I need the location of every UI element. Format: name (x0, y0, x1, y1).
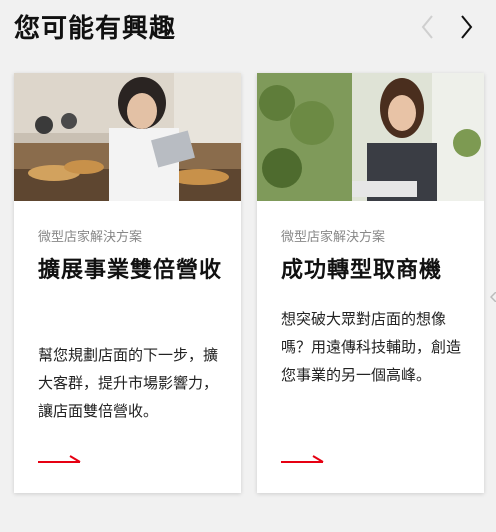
carousel-prev-button[interactable] (416, 12, 440, 42)
section-title: 您可能有興趣 (14, 14, 177, 44)
arrow-right-icon (38, 455, 81, 463)
card-category: 微型店家解決方案 (38, 230, 143, 245)
suggestion-card[interactable]: 微型店家解決方案 成功轉型取商機 想突破大眾對店面的想像嗎？用遠傳科技輔助，創造… (257, 73, 484, 493)
baker-with-tablet-photo (14, 73, 241, 201)
card-more-link[interactable] (38, 451, 82, 467)
card-title[interactable]: 擴展事業雙倍營收 (38, 253, 223, 289)
section-header: 您可能有興趣 (14, 6, 484, 46)
florist-with-tablet-photo (257, 73, 484, 201)
chevron-right-icon (461, 15, 473, 39)
partial-card-edge (490, 292, 496, 302)
chevron-left-icon (421, 15, 433, 39)
card-more-link[interactable] (281, 451, 325, 467)
card-description: 想突破大眾對店面的想像嗎？用遠傳科技輔助，創造您事業的另一個高峰。 (281, 310, 462, 384)
card-description: 幫您規劃店面的下一步，擴大客群，提升市場影響力，讓店面雙倍營收。 (38, 346, 219, 420)
arrow-right-icon (281, 455, 324, 463)
suggestion-card[interactable]: 微型店家解決方案 擴展事業雙倍營收 幫您規劃店面的下一步，擴大客群，提升市場影響… (14, 73, 241, 493)
card-category: 微型店家解決方案 (281, 230, 386, 245)
card-title[interactable]: 成功轉型取商機 (281, 253, 466, 289)
carousel-next-button[interactable] (454, 12, 478, 42)
